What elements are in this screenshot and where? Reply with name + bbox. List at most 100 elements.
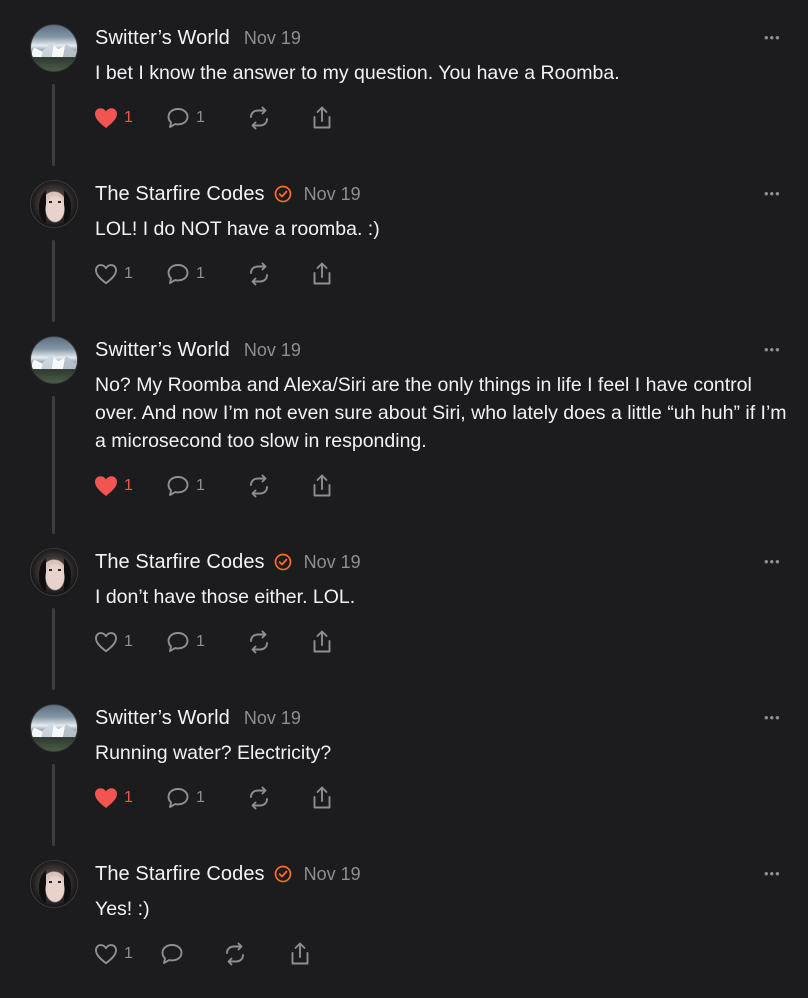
- comment-icon: [166, 262, 190, 286]
- action-bar: 1: [94, 941, 328, 967]
- action-bar: 1 1: [94, 629, 350, 655]
- author-name[interactable]: The Starfire Codes: [95, 863, 265, 886]
- post-date[interactable]: Nov 19: [244, 340, 301, 361]
- reply-button[interactable]: 1: [166, 261, 246, 287]
- reply-count: 1: [196, 265, 205, 282]
- action-bar: 1 1: [94, 261, 350, 287]
- like-button[interactable]: 1: [94, 629, 166, 655]
- heart-icon: [94, 943, 118, 965]
- like-count: 1: [124, 477, 133, 494]
- like-count: 1: [124, 945, 133, 962]
- repost-icon: [246, 261, 272, 287]
- avatar[interactable]: [30, 548, 78, 596]
- action-bar: 1 1: [94, 105, 350, 131]
- repost-icon: [246, 629, 272, 655]
- avatar[interactable]: [30, 180, 78, 228]
- author-name[interactable]: The Starfire Codes: [95, 183, 265, 206]
- more-options-icon[interactable]: •••: [764, 187, 781, 200]
- heart-icon: [94, 631, 118, 653]
- like-button[interactable]: 1: [94, 261, 166, 287]
- post-text: I don’t have those either. LOL.: [95, 586, 356, 608]
- post-date[interactable]: Nov 19: [244, 708, 301, 729]
- post-header: The Starfire Codes Nov 19: [95, 182, 361, 206]
- repost-icon: [222, 941, 248, 967]
- heart-icon: [94, 475, 118, 497]
- reply-count: 1: [196, 477, 205, 494]
- thread-line: [52, 764, 55, 846]
- reply-button[interactable]: 1: [166, 785, 246, 811]
- like-count: 1: [124, 789, 133, 806]
- share-button[interactable]: [288, 941, 328, 967]
- share-icon: [310, 785, 334, 811]
- more-options-icon[interactable]: •••: [764, 711, 781, 724]
- post-date[interactable]: Nov 19: [304, 552, 361, 573]
- share-button[interactable]: [310, 629, 350, 655]
- thread-line: [52, 396, 55, 534]
- avatar[interactable]: [30, 860, 78, 908]
- more-options-icon[interactable]: •••: [764, 31, 781, 44]
- reply-button[interactable]: 1: [166, 105, 246, 131]
- repost-icon: [246, 105, 272, 131]
- post-date[interactable]: Nov 19: [304, 864, 361, 885]
- share-button[interactable]: [310, 473, 350, 499]
- more-options-icon[interactable]: •••: [764, 867, 781, 880]
- reply-count: 1: [196, 633, 205, 650]
- action-bar: 1 1: [94, 473, 350, 499]
- repost-button[interactable]: [246, 785, 310, 811]
- thread-line: [52, 240, 55, 322]
- verified-badge-icon: [274, 553, 292, 571]
- repost-button[interactable]: [246, 261, 310, 287]
- reply-button[interactable]: 1: [166, 629, 246, 655]
- comment-icon: [166, 630, 190, 654]
- author-name[interactable]: Switter’s World: [95, 707, 230, 730]
- action-bar: 1 1: [94, 785, 350, 811]
- post-text: No? My Roomba and Alexa/Siri are the onl…: [95, 374, 787, 452]
- share-button[interactable]: [310, 261, 350, 287]
- share-icon: [310, 105, 334, 131]
- share-icon: [288, 941, 312, 967]
- reply-count: 1: [196, 789, 205, 806]
- repost-button[interactable]: [222, 941, 288, 967]
- more-options-icon[interactable]: •••: [764, 555, 781, 568]
- repost-button[interactable]: [246, 473, 310, 499]
- share-icon: [310, 261, 334, 287]
- verified-badge-icon: [274, 185, 292, 203]
- post-text: Yes! :): [95, 898, 150, 920]
- share-button[interactable]: [310, 105, 350, 131]
- post-header: Switter’s World Nov 19: [95, 338, 301, 362]
- share-button[interactable]: [310, 785, 350, 811]
- like-button[interactable]: 1: [94, 473, 166, 499]
- author-name[interactable]: Switter’s World: [95, 27, 230, 50]
- more-options-icon[interactable]: •••: [764, 343, 781, 356]
- like-button[interactable]: 1: [94, 941, 160, 967]
- author-name[interactable]: The Starfire Codes: [95, 551, 265, 574]
- share-icon: [310, 629, 334, 655]
- post-text: I bet I know the answer to my question. …: [95, 62, 620, 84]
- post-header: Switter’s World Nov 19: [95, 26, 301, 50]
- comment-icon: [166, 106, 190, 130]
- like-count: 1: [124, 265, 133, 282]
- comment-icon: [166, 786, 190, 810]
- post-date[interactable]: Nov 19: [244, 28, 301, 49]
- repost-icon: [246, 785, 272, 811]
- avatar[interactable]: [30, 24, 78, 72]
- avatar[interactable]: [30, 336, 78, 384]
- conversation-thread: Switter’s World Nov 19 ••• I bet I know …: [0, 0, 808, 998]
- heart-icon: [94, 787, 118, 809]
- like-button[interactable]: 1: [94, 105, 166, 131]
- comment-icon: [160, 942, 184, 966]
- like-count: 1: [124, 109, 133, 126]
- post-date[interactable]: Nov 19: [304, 184, 361, 205]
- post-text: Running water? Electricity?: [95, 742, 332, 764]
- like-button[interactable]: 1: [94, 785, 166, 811]
- repost-button[interactable]: [246, 629, 310, 655]
- post-header: Switter’s World Nov 19: [95, 706, 301, 730]
- author-name[interactable]: Switter’s World: [95, 339, 230, 362]
- avatar[interactable]: [30, 704, 78, 752]
- heart-icon: [94, 107, 118, 129]
- repost-button[interactable]: [246, 105, 310, 131]
- reply-button[interactable]: 1: [166, 473, 246, 499]
- reply-button[interactable]: [160, 941, 222, 967]
- comment-icon: [166, 474, 190, 498]
- post-header: The Starfire Codes Nov 19: [95, 550, 361, 574]
